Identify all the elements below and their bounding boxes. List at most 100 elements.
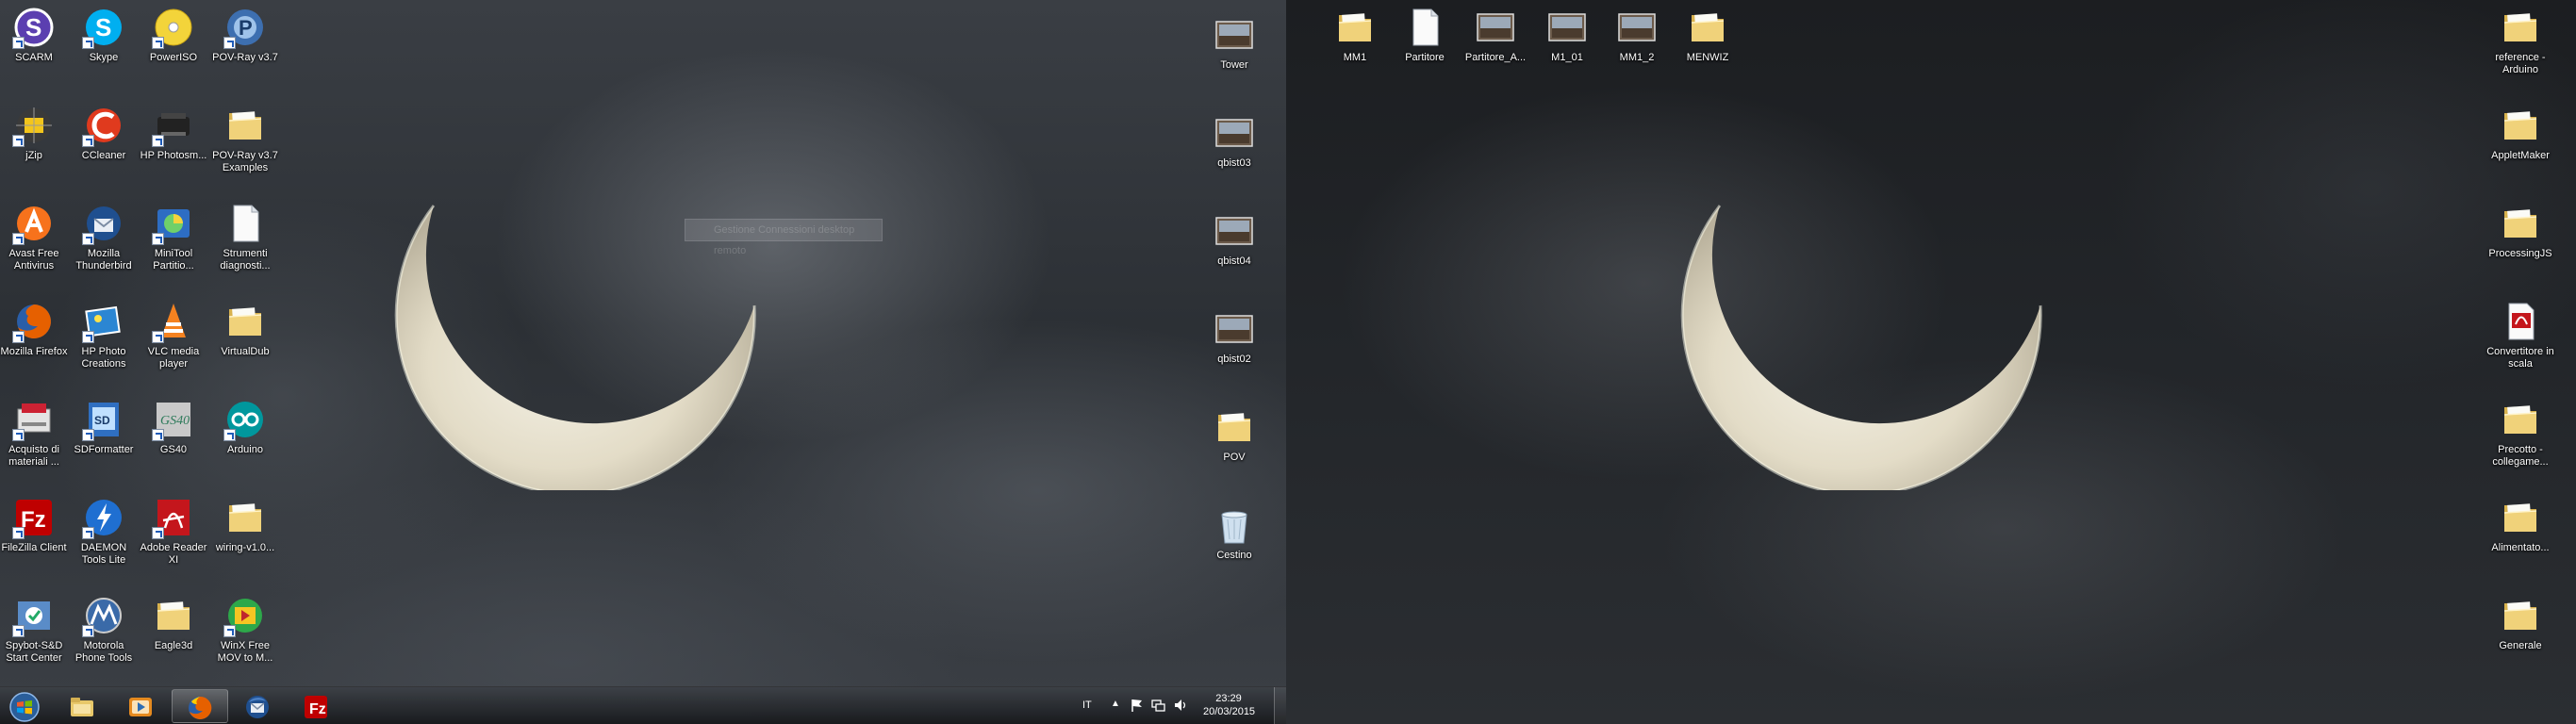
image-thumbnail-icon [1545, 6, 1589, 49]
action-center-flag-icon[interactable] [1130, 698, 1143, 713]
desktop-icon-label: CCleaner [81, 150, 126, 161]
desktop-icon-label: M1_01 [1551, 52, 1583, 63]
desktop-icon-label: Skype [89, 52, 119, 63]
desktop-icon-label: Convertitore in scala [2486, 346, 2554, 370]
desktop-icon[interactable]: jZip [0, 104, 69, 162]
folder-icon [2499, 202, 2542, 245]
acquisto-icon [12, 398, 56, 441]
gs40-icon: GS40 [152, 398, 195, 441]
desktop-icon[interactable]: MENWIZ [1673, 6, 1742, 64]
desktop-icon[interactable]: VirtualDub [210, 300, 280, 358]
desktop-icon[interactable]: WinX Free MOV to M... [210, 594, 280, 665]
desktop-icon[interactable]: MM1 [1320, 6, 1390, 64]
desktop-icon[interactable]: AppletMaker [2485, 104, 2555, 162]
right-monitor-desktop[interactable]: MM1 Partitore Partitore_A... M1_01 MM1_2 MENW… [1286, 0, 2576, 724]
desktop-icon[interactable]: POV-Ray v3.7 Examples [210, 104, 280, 174]
folder-icon [2499, 594, 2542, 637]
desktop-icon[interactable]: Eagle3d [139, 594, 208, 652]
desktop-icon[interactable]: Adobe Reader XI [139, 496, 208, 567]
desktop-icon[interactable]: qbist03 [1199, 111, 1269, 170]
desktop-icon[interactable]: Partitore [1390, 6, 1460, 64]
desktop-icon[interactable]: PowerISO [139, 6, 208, 64]
desktop-icon[interactable]: wiring-v1.0... [210, 496, 280, 554]
desktop-icon[interactable]: Arduino [210, 398, 280, 456]
desktop-icon[interactable]: Precotto - collegame... [2485, 398, 2555, 469]
desktop-icon-label: DAEMON Tools Lite [80, 542, 127, 566]
desktop-icon[interactable]: GS40 GS40 [139, 398, 208, 456]
clock[interactable]: 23:29 20/03/2015 [1203, 692, 1255, 718]
desktop-icon[interactable]: HP Photo Creations [69, 300, 139, 370]
desktop-icon[interactable]: ProcessingJS [2485, 202, 2555, 260]
desktop-icon-label: Eagle3d [154, 640, 193, 651]
shortcut-arrow-icon [82, 233, 94, 245]
desktop-icon[interactable]: Avast Free Antivirus [0, 202, 69, 272]
desktop-icon-label: Adobe Reader XI [140, 542, 207, 566]
recycle-bin-icon [1213, 503, 1256, 547]
language-indicator[interactable]: IT [1082, 699, 1092, 711]
show-desktop-button[interactable] [1274, 687, 1286, 724]
volume-icon[interactable] [1173, 698, 1188, 713]
desktop-icon[interactable]: Convertitore in scala [2485, 300, 2555, 370]
desktop-icon-label: Mozilla Firefox [0, 346, 68, 357]
taskbar-media-player-button[interactable] [113, 689, 170, 723]
desktop-icon[interactable]: MM1_2 [1602, 6, 1672, 64]
desktop-icon-label: MiniTool Partitio... [153, 248, 194, 272]
image-thumbnail-icon [1213, 209, 1256, 253]
taskbar-filezilla-button[interactable]: Fz [289, 689, 345, 723]
desktop-icon[interactable]: Alimentato... [2485, 496, 2555, 554]
desktop-icon[interactable]: Strumenti diagnosti... [210, 202, 280, 272]
desktop-icon[interactable]: Partitore_A... [1461, 6, 1530, 64]
shortcut-arrow-icon [152, 527, 164, 539]
svg-text:Fz: Fz [309, 701, 326, 717]
desktop-icon[interactable]: Generale [2485, 594, 2555, 652]
show-hidden-icons-chevron-icon[interactable]: ▲ [1111, 699, 1120, 709]
desktop-icon[interactable]: Acquisto di materiali ... [0, 398, 69, 469]
desktop-icon[interactable]: S Skype [69, 6, 139, 64]
taskbar-explorer-button[interactable] [55, 689, 111, 723]
desktop-icon[interactable]: qbist04 [1199, 209, 1269, 268]
desktop-icon[interactable]: Cestino [1199, 503, 1269, 562]
desktop-icon-label: Alimentato... [2491, 542, 2550, 553]
desktop-icon[interactable]: HP Photosm... [139, 104, 208, 162]
desktop-icon[interactable]: Spybot-S&D Start Center [0, 594, 69, 665]
start-orb-icon [9, 692, 40, 722]
folder-icon [152, 594, 195, 637]
firefox-icon [12, 300, 56, 343]
left-monitor-desktop[interactable]: Gestione Connessioni desktop remoto S SCA… [0, 0, 1286, 724]
media-player-icon [129, 698, 152, 716]
daemon-tools-icon [82, 496, 125, 539]
shortcut-arrow-icon [12, 331, 25, 343]
start-button[interactable] [0, 689, 51, 723]
folder-icon [223, 300, 267, 343]
desktop-icon[interactable]: CCleaner [69, 104, 139, 162]
filezilla-icon: Fz [12, 496, 56, 539]
desktop-icon[interactable]: POV [1199, 405, 1269, 464]
taskbar-firefox-button[interactable] [172, 689, 228, 723]
desktop-icon[interactable]: qbist02 [1199, 307, 1269, 366]
desktop-icon-label: Acquisto di materiali ... [8, 444, 59, 468]
desktop-icon[interactable]: MiniTool Partitio... [139, 202, 208, 272]
shortcut-arrow-icon [82, 625, 94, 637]
taskbar[interactable]: Fz IT ▲ 23:29 20/03/2015 [0, 686, 1286, 724]
desktop-icon[interactable]: SD SDFormatter [69, 398, 139, 456]
desktop-icon[interactable]: Mozilla Firefox [0, 300, 69, 358]
desktop-icon[interactable]: DAEMON Tools Lite [69, 496, 139, 567]
desktop-icon[interactable]: Fz FileZilla Client [0, 496, 69, 554]
shortcut-arrow-icon [12, 233, 25, 245]
desktop-icon-label: GS40 [159, 444, 188, 455]
desktop-icon[interactable]: VLC media player [139, 300, 208, 370]
desktop-icon[interactable]: reference - Arduino [2485, 6, 2555, 76]
svg-text:SD: SD [94, 414, 110, 427]
desktop-icon[interactable]: Mozilla Thunderbird [69, 202, 139, 272]
desktop-icon[interactable]: P POV-Ray v3.7 [210, 6, 280, 64]
network-icon[interactable] [1150, 698, 1165, 713]
desktop-icon[interactable]: M1_01 [1532, 6, 1602, 64]
desktop-icon[interactable]: S SCARM [0, 6, 69, 64]
shortcut-arrow-icon [12, 37, 25, 49]
desktop-icon[interactable]: Motorola Phone Tools [69, 594, 139, 665]
taskbar-thunderbird-button[interactable] [230, 689, 287, 723]
desktop-icon-label: POV [1223, 452, 1246, 463]
desktop-icon[interactable]: Tower [1199, 13, 1269, 72]
ghost-remote-desktop-window: Gestione Connessioni desktop remoto [685, 219, 883, 256]
clock-time: 23:29 [1215, 693, 1242, 704]
